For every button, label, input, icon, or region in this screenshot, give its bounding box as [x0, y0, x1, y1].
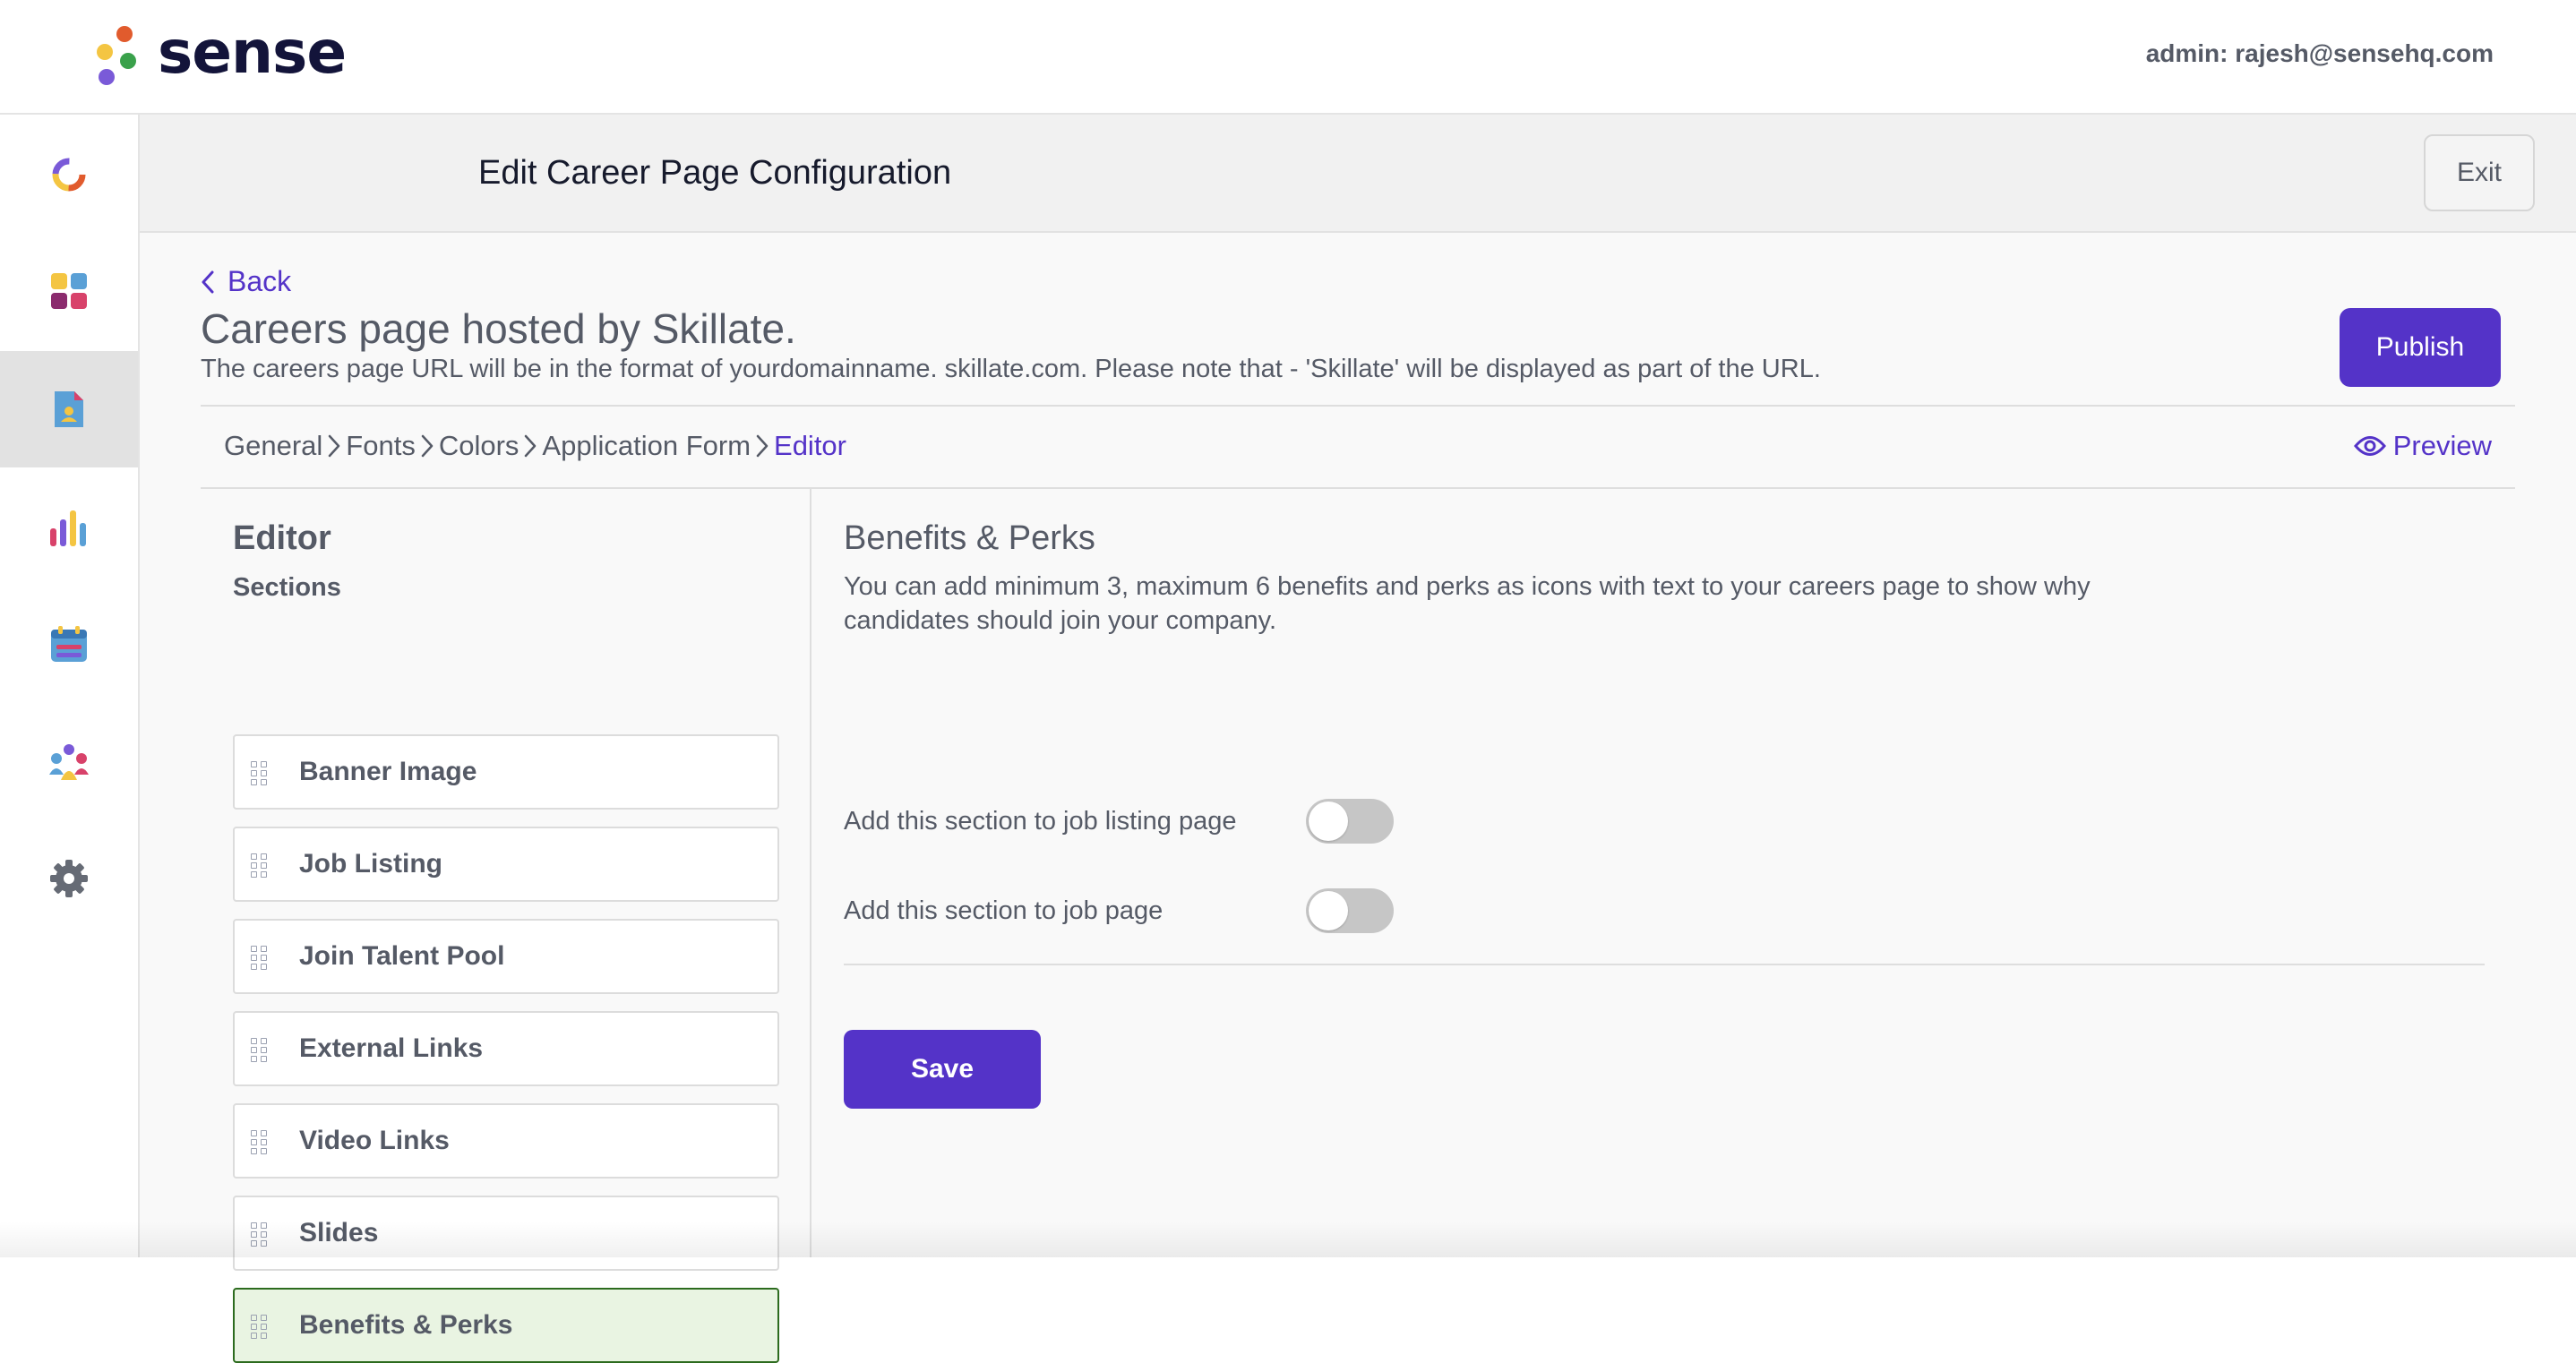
gear-icon — [50, 860, 88, 897]
logo-wordmark: sense — [158, 17, 347, 87]
section-label: Job Listing — [299, 849, 442, 879]
main-content: Edit Career Page Configuration Exit Back… — [140, 115, 2576, 1363]
save-button[interactable]: Save — [844, 1030, 1041, 1109]
section-item-external-links[interactable]: External Links — [233, 1011, 779, 1086]
sections-label: Sections — [233, 573, 341, 602]
section-item-benefits-perks[interactable]: Benefits & Perks — [233, 1288, 779, 1363]
section-label: Video Links — [299, 1126, 450, 1155]
careers-page-title: Careers page hosted by Skillate. — [201, 305, 796, 352]
section-item-slides[interactable]: Slides — [233, 1196, 779, 1271]
side-navigation — [0, 115, 140, 1257]
grid-tiles-icon — [51, 273, 87, 309]
preview-link[interactable]: Preview — [2353, 430, 2492, 462]
chevron-right-icon — [756, 434, 769, 458]
careers-page-description: The careers page URL will be in the form… — [201, 355, 1821, 383]
page-header: Edit Career Page Configuration Exit — [140, 115, 2576, 233]
calendar-icon — [51, 626, 87, 662]
breadcrumb-editor[interactable]: Editor — [774, 430, 846, 462]
admin-account-label[interactable]: admin: rajesh@sensehq.com — [2146, 39, 2494, 68]
top-bar: sense admin: rajesh@sensehq.com — [0, 0, 2576, 115]
nav-item-calendar[interactable] — [0, 586, 138, 702]
divider — [201, 405, 2515, 407]
sense-logo[interactable]: sense — [93, 17, 347, 91]
nav-item-analytics[interactable] — [0, 469, 138, 586]
bar-chart-icon — [50, 510, 86, 546]
drag-handle-icon[interactable] — [251, 1038, 267, 1062]
editor-title: Editor — [233, 519, 331, 557]
chevron-right-icon — [524, 434, 537, 458]
section-item-job-listing[interactable]: Job Listing — [233, 827, 779, 902]
section-label: Benefits & Perks — [299, 1310, 513, 1340]
section-item-video-links[interactable]: Video Links — [233, 1103, 779, 1179]
section-label: Join Talent Pool — [299, 941, 505, 971]
drag-handle-icon[interactable] — [251, 946, 267, 970]
document-user-icon — [55, 391, 83, 427]
drag-handle-icon[interactable] — [251, 1222, 267, 1247]
back-link[interactable]: Back — [201, 265, 291, 298]
back-link-label: Back — [228, 265, 292, 297]
section-label: Banner Image — [299, 757, 477, 786]
section-item-banner-image[interactable]: Banner Image — [233, 734, 779, 810]
section-settings-title: Benefits & Perks — [844, 519, 1095, 557]
drag-handle-icon[interactable] — [251, 1130, 267, 1154]
section-settings-panel: Benefits & Perks You can add minimum 3, … — [844, 489, 2533, 1257]
logo-dots-icon — [93, 24, 138, 87]
nav-item-career-page[interactable] — [0, 351, 138, 467]
job-listing-page-toggle[interactable] — [1306, 799, 1394, 844]
section-settings-description: You can add minimum 3, maximum 6 benefit… — [844, 572, 2091, 635]
exit-button[interactable]: Exit — [2424, 134, 2535, 211]
section-item-join-talent-pool[interactable]: Join Talent Pool — [233, 919, 779, 994]
breadcrumb-fonts[interactable]: Fonts — [346, 430, 416, 462]
nav-item-teams[interactable] — [0, 704, 138, 820]
toggle-label: Add this section to job listing page — [844, 806, 1237, 836]
drag-handle-icon[interactable] — [251, 1315, 267, 1339]
page-title: Edit Career Page Configuration — [478, 154, 952, 192]
eye-icon — [2353, 436, 2386, 456]
breadcrumb-application-form[interactable]: Application Form — [542, 430, 751, 462]
nav-item-apps[interactable] — [0, 233, 138, 349]
breadcrumb: General Fonts Colors Application Form Ed… — [224, 430, 846, 462]
section-label: External Links — [299, 1033, 484, 1063]
section-label: Slides — [299, 1218, 379, 1247]
divider — [844, 964, 2485, 965]
toggle-knob — [1309, 891, 1348, 930]
publish-button[interactable]: Publish — [2340, 308, 2501, 387]
drag-handle-icon[interactable] — [251, 853, 267, 878]
nav-item-dashboard[interactable] — [0, 116, 138, 233]
nav-item-settings[interactable] — [0, 820, 138, 937]
toggle-knob — [1309, 802, 1348, 841]
toggle-row-job-listing-page: Add this section to job listing page — [844, 799, 1394, 844]
editor-panel: Editor Sections Banner Image Job Listing… — [201, 489, 811, 1363]
breadcrumb-colors[interactable]: Colors — [439, 430, 519, 462]
chevron-right-icon — [421, 434, 434, 458]
people-group-icon — [49, 744, 89, 780]
donut-icon — [52, 158, 86, 192]
toggle-row-job-page: Add this section to job page — [844, 888, 1394, 933]
drag-handle-icon[interactable] — [251, 761, 267, 785]
chevron-left-icon — [202, 270, 214, 293]
chevron-right-icon — [328, 434, 340, 458]
toggle-label: Add this section to job page — [844, 896, 1163, 925]
preview-link-label: Preview — [2392, 430, 2492, 461]
job-page-toggle[interactable] — [1306, 888, 1394, 933]
breadcrumb-general[interactable]: General — [224, 430, 322, 462]
